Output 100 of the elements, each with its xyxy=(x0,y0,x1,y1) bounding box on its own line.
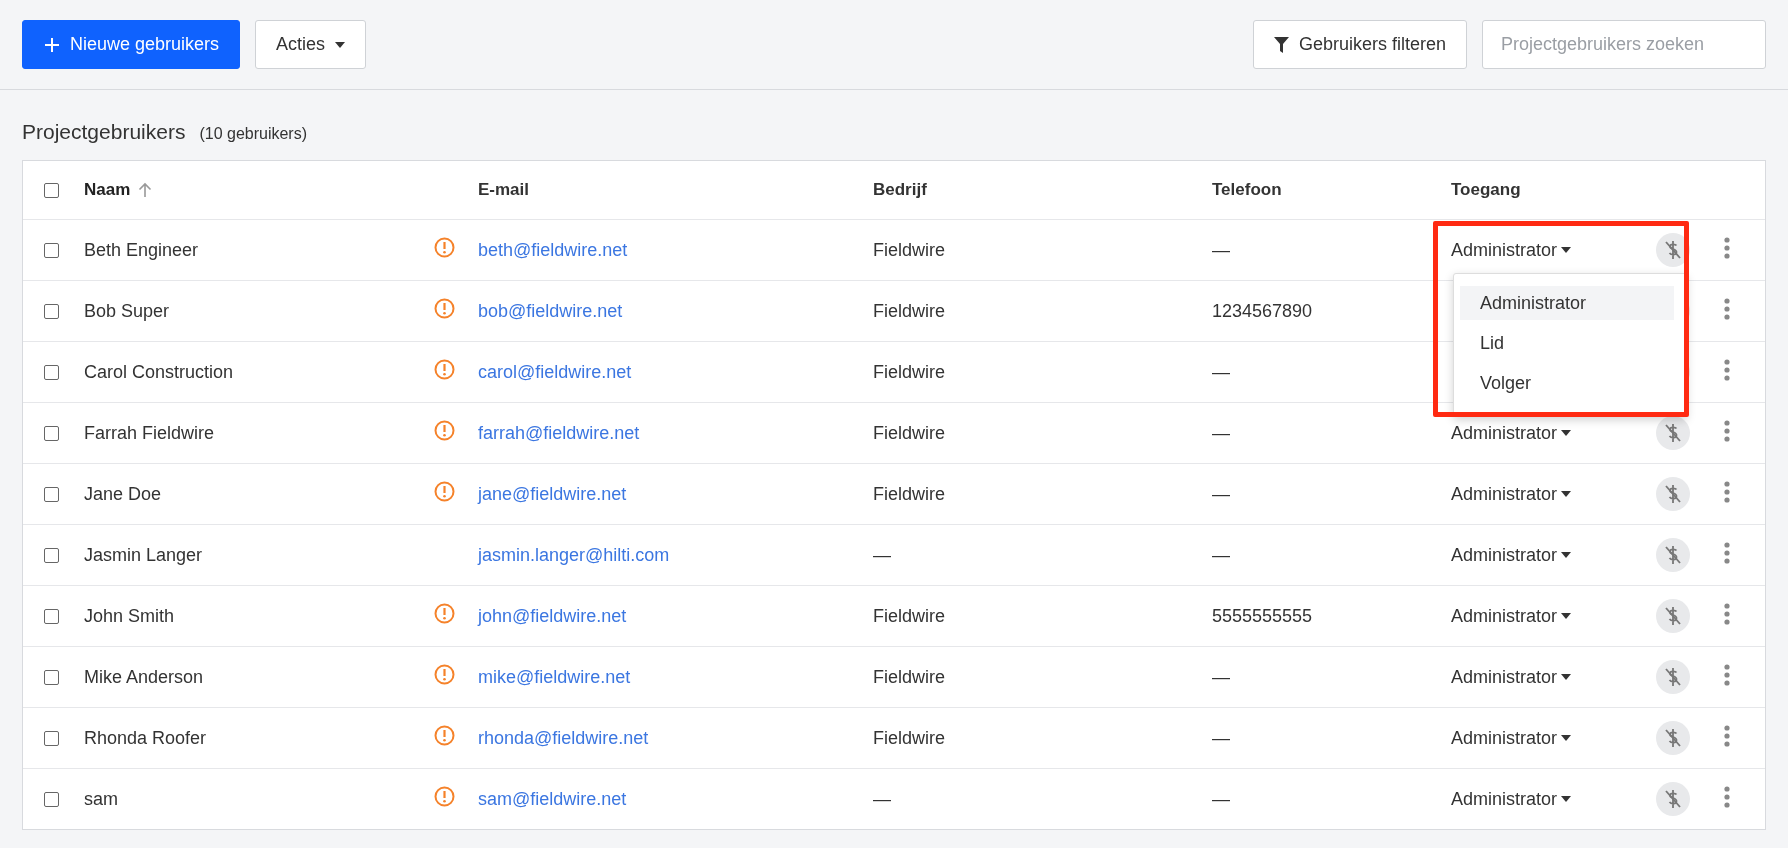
phone-number: 5555555555 xyxy=(1212,605,1314,627)
menu-item[interactable]: Lid xyxy=(1460,326,1674,360)
user-name: Bob Super xyxy=(84,300,171,322)
phone-number: — xyxy=(1212,666,1231,688)
email-link[interactable]: bob@fieldwire.net xyxy=(478,300,623,321)
caret-icon xyxy=(1561,796,1572,802)
phone-number: — xyxy=(1212,422,1231,444)
caret-icon xyxy=(1561,735,1572,741)
column-header[interactable]: E-mail xyxy=(478,180,530,200)
company-name: Fieldwire xyxy=(873,727,947,749)
more-options-icon[interactable] xyxy=(1724,663,1730,686)
company-name: Fieldwire xyxy=(873,300,947,322)
email-link[interactable]: jane@fieldwire.net xyxy=(478,483,627,504)
row-checkbox[interactable] xyxy=(44,242,59,258)
phone-number: — xyxy=(1212,727,1231,749)
more-options-icon[interactable] xyxy=(1724,602,1730,625)
user-name: Jasmin Langer xyxy=(84,544,204,566)
no-billing-icon[interactable] xyxy=(1656,416,1690,450)
access-dropdown[interactable]: Administrator xyxy=(1451,239,1656,261)
email-link[interactable]: carol@fieldwire.net xyxy=(478,361,632,382)
company-name: Fieldwire xyxy=(873,239,947,261)
column-header[interactable]: Toegang xyxy=(1451,180,1521,200)
more-options-icon[interactable] xyxy=(1724,480,1730,503)
plus-icon xyxy=(44,36,60,53)
company-name: Fieldwire xyxy=(873,422,947,444)
access-dropdown[interactable]: Administrator xyxy=(1451,605,1656,627)
column-header[interactable]: Telefoon xyxy=(1212,180,1282,200)
more-options-icon[interactable] xyxy=(1724,419,1730,442)
user-name: Farrah Fieldwire xyxy=(84,422,216,444)
more-options-icon[interactable] xyxy=(1724,236,1730,259)
more-options-icon[interactable] xyxy=(1724,785,1730,808)
company-name: — xyxy=(873,544,892,566)
more-options-icon[interactable] xyxy=(1724,297,1730,320)
no-billing-icon[interactable] xyxy=(1656,477,1690,511)
filter-icon xyxy=(1273,36,1289,53)
company-name: Fieldwire xyxy=(873,666,947,688)
phone-number: — xyxy=(1212,544,1231,566)
email-link[interactable]: john@fieldwire.net xyxy=(478,605,627,626)
email-link[interactable]: jasmin.langer@hilti.com xyxy=(478,544,670,565)
access-dropdown[interactable]: Administrator xyxy=(1451,788,1656,810)
user-count: (10 gebruikers) xyxy=(199,125,307,143)
caret-icon xyxy=(1561,247,1572,253)
no-billing-icon[interactable] xyxy=(1656,538,1690,572)
caret-icon xyxy=(1561,613,1572,619)
new-users-button[interactable]: Nieuwe gebruikers xyxy=(22,20,241,69)
company-name: Fieldwire xyxy=(873,605,947,627)
phone-number: — xyxy=(1212,361,1231,383)
search-field[interactable]: Projectgebruikers zoeken xyxy=(1482,20,1766,69)
company-name: — xyxy=(873,788,892,810)
access-dropdown[interactable]: Administrator xyxy=(1451,727,1656,749)
caret-icon xyxy=(1561,674,1572,680)
access-dropdown[interactable]: Administrator xyxy=(1451,422,1656,444)
row-checkbox[interactable] xyxy=(44,425,59,441)
phone-number: — xyxy=(1212,239,1231,261)
filter-users-button[interactable]: Gebruikers filteren xyxy=(1252,20,1467,69)
actions-button[interactable]: Acties xyxy=(255,20,367,69)
access-dropdown[interactable]: Administrator xyxy=(1451,483,1656,505)
email-link[interactable]: farrah@fieldwire.net xyxy=(478,422,640,443)
access-dropdown[interactable]: Administrator xyxy=(1451,544,1656,566)
column-header[interactable]: Naam xyxy=(84,180,131,200)
user-name: Jane Doe xyxy=(84,483,163,505)
email-link[interactable]: sam@fieldwire.net xyxy=(478,788,627,809)
row-checkbox[interactable] xyxy=(44,730,59,746)
row-checkbox[interactable] xyxy=(44,486,59,502)
user-name: Carol Construction xyxy=(84,361,235,383)
menu-item[interactable]: Administrator xyxy=(1460,286,1674,320)
caret-icon xyxy=(1561,430,1572,436)
phone-number: — xyxy=(1212,788,1231,810)
user-name: sam xyxy=(84,788,119,810)
user-name: Mike Anderson xyxy=(84,666,205,688)
caret-icon xyxy=(1561,552,1572,558)
no-billing-icon[interactable] xyxy=(1656,660,1690,694)
access-dropdown[interactable]: Administrator xyxy=(1451,666,1656,688)
user-name: Beth Engineer xyxy=(84,239,200,261)
sort-arrow-icon xyxy=(138,182,153,198)
company-name: Fieldwire xyxy=(873,361,947,383)
row-checkbox[interactable] xyxy=(44,364,59,380)
row-checkbox[interactable] xyxy=(44,608,59,624)
no-billing-icon[interactable] xyxy=(1656,782,1690,816)
select-all-checkbox[interactable] xyxy=(44,182,59,198)
row-checkbox[interactable] xyxy=(44,669,59,685)
email-link[interactable]: mike@fieldwire.net xyxy=(478,666,631,687)
user-name: Rhonda Roofer xyxy=(84,727,208,749)
caret-icon xyxy=(335,41,346,48)
more-options-icon[interactable] xyxy=(1724,541,1730,564)
row-checkbox[interactable] xyxy=(44,303,59,319)
row-checkbox[interactable] xyxy=(44,547,59,563)
more-options-icon[interactable] xyxy=(1724,724,1730,747)
no-billing-icon[interactable] xyxy=(1656,599,1690,633)
row-checkbox[interactable] xyxy=(44,791,59,807)
email-link[interactable]: rhonda@fieldwire.net xyxy=(478,727,649,748)
company-name: Fieldwire xyxy=(873,483,947,505)
column-header[interactable]: Bedrijf xyxy=(873,180,927,200)
email-link[interactable]: beth@fieldwire.net xyxy=(478,239,628,260)
user-name: John Smith xyxy=(84,605,176,627)
no-billing-icon[interactable] xyxy=(1656,721,1690,755)
section-title: Projectgebruikers xyxy=(22,120,186,144)
phone-number: 1234567890 xyxy=(1212,300,1314,322)
menu-item[interactable]: Volger xyxy=(1460,366,1674,400)
more-options-icon[interactable] xyxy=(1724,358,1730,381)
